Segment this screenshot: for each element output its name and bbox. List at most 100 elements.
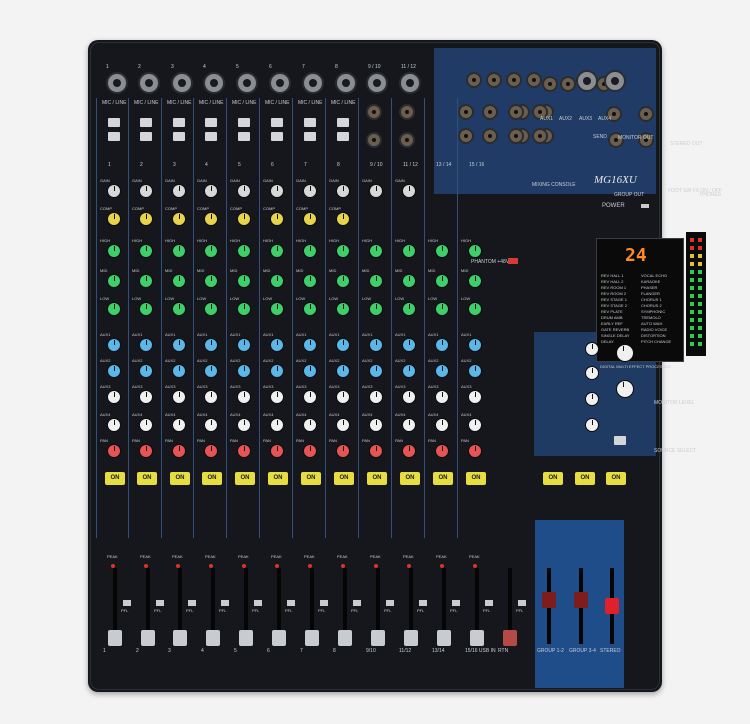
master-aux-knob-2[interactable]	[585, 366, 599, 380]
knob-low-2[interactable]	[139, 302, 153, 316]
knob-gain-3[interactable]	[172, 184, 186, 198]
knob-aux2-3[interactable]	[172, 364, 186, 378]
knob-high-1[interactable]	[107, 244, 121, 258]
knob-aux2-2[interactable]	[139, 364, 153, 378]
knob-low-12[interactable]	[468, 302, 482, 316]
line-input-r-9[interactable]	[366, 132, 382, 148]
fader-12[interactable]	[470, 630, 484, 646]
knob-low-9[interactable]	[369, 302, 383, 316]
pfl-button-5[interactable]	[254, 600, 262, 606]
on-button-14[interactable]: ON	[575, 472, 595, 485]
knob-mid-9[interactable]	[369, 274, 383, 288]
knob-pan-1[interactable]	[107, 444, 121, 458]
on-button-5[interactable]: ON	[235, 472, 255, 485]
knob-pan-9[interactable]	[369, 444, 383, 458]
knob-aux4-7[interactable]	[303, 418, 317, 432]
knob-mid-3[interactable]	[172, 274, 186, 288]
line-input-10[interactable]	[399, 104, 415, 120]
stereo-out-xlr-l[interactable]	[576, 70, 598, 92]
pfl-button-11[interactable]	[452, 600, 460, 606]
stereo-out-xlr-r[interactable]	[604, 70, 626, 92]
knob-aux3-7[interactable]	[303, 390, 317, 404]
xlr-input-5[interactable]	[236, 72, 258, 94]
master-aux-knob-3[interactable]	[585, 392, 599, 406]
knob-aux1-12[interactable]	[468, 338, 482, 352]
knob-aux4-5[interactable]	[237, 418, 251, 432]
knob-aux2-8[interactable]	[336, 364, 350, 378]
on-button-13[interactable]: ON	[543, 472, 563, 485]
pad-switch-3[interactable]	[173, 118, 185, 127]
master-level-knob-1[interactable]	[616, 344, 634, 362]
power-switch[interactable]	[641, 204, 649, 208]
knob-pan-2[interactable]	[139, 444, 153, 458]
hpf-switch-1[interactable]	[108, 132, 120, 141]
knob-aux3-9[interactable]	[369, 390, 383, 404]
on-button-1[interactable]: ON	[105, 472, 125, 485]
pfl-button-6[interactable]	[287, 600, 295, 606]
hpf-switch-5[interactable]	[238, 132, 250, 141]
knob-pan-7[interactable]	[303, 444, 317, 458]
knob-aux1-7[interactable]	[303, 338, 317, 352]
knob-high-2[interactable]	[139, 244, 153, 258]
on-button-10[interactable]: ON	[400, 472, 420, 485]
xlr-input-9[interactable]	[366, 72, 388, 94]
knob-high-11[interactable]	[435, 244, 449, 258]
output-jack[interactable]	[560, 76, 576, 92]
knob-pan-10[interactable]	[402, 444, 416, 458]
knob-aux4-6[interactable]	[270, 418, 284, 432]
pfl-button-8[interactable]	[353, 600, 361, 606]
knob-aux1-11[interactable]	[435, 338, 449, 352]
phantom-switch[interactable]	[508, 258, 518, 264]
on-button-4[interactable]: ON	[202, 472, 222, 485]
knob-mid-2[interactable]	[139, 274, 153, 288]
knob-pan-6[interactable]	[270, 444, 284, 458]
knob-aux2-4[interactable]	[204, 364, 218, 378]
pfl-button-13[interactable]	[518, 600, 526, 606]
pfl-button-3[interactable]	[188, 600, 196, 606]
fader-10[interactable]	[404, 630, 418, 646]
knob-aux2-1[interactable]	[107, 364, 121, 378]
knob-high-3[interactable]	[172, 244, 186, 258]
knob-comp-4[interactable]	[204, 212, 218, 226]
knob-high-7[interactable]	[303, 244, 317, 258]
on-button-2[interactable]: ON	[137, 472, 157, 485]
hpf-switch-2[interactable]	[140, 132, 152, 141]
hpf-switch-3[interactable]	[173, 132, 185, 141]
fader-6[interactable]	[272, 630, 286, 646]
knob-aux1-10[interactable]	[402, 338, 416, 352]
knob-pan-5[interactable]	[237, 444, 251, 458]
source-select-switch[interactable]	[614, 436, 626, 445]
pfl-button-12[interactable]	[485, 600, 493, 606]
knob-aux3-2[interactable]	[139, 390, 153, 404]
aux-jack[interactable]	[638, 106, 654, 122]
xlr-input-2[interactable]	[138, 72, 160, 94]
knob-gain-7[interactable]	[303, 184, 317, 198]
pfl-button-1[interactable]	[123, 600, 131, 606]
knob-low-6[interactable]	[270, 302, 284, 316]
knob-high-6[interactable]	[270, 244, 284, 258]
fader-3[interactable]	[173, 630, 187, 646]
knob-gain-2[interactable]	[139, 184, 153, 198]
hpf-switch-6[interactable]	[271, 132, 283, 141]
fader-11[interactable]	[437, 630, 451, 646]
knob-gain-10[interactable]	[402, 184, 416, 198]
group-out-jack[interactable]	[508, 104, 524, 120]
fader-13[interactable]	[503, 630, 517, 646]
knob-pan-4[interactable]	[204, 444, 218, 458]
pfl-button-7[interactable]	[320, 600, 328, 606]
knob-aux2-6[interactable]	[270, 364, 284, 378]
knob-pan-12[interactable]	[468, 444, 482, 458]
on-button-11[interactable]: ON	[433, 472, 453, 485]
on-button-3[interactable]: ON	[170, 472, 190, 485]
xlr-input-7[interactable]	[302, 72, 324, 94]
knob-aux4-9[interactable]	[369, 418, 383, 432]
fader-14[interactable]	[542, 592, 556, 608]
fader-5[interactable]	[239, 630, 253, 646]
knob-comp-5[interactable]	[237, 212, 251, 226]
xlr-input-8[interactable]	[335, 72, 357, 94]
knob-aux1-1[interactable]	[107, 338, 121, 352]
knob-high-10[interactable]	[402, 244, 416, 258]
output-jack[interactable]	[526, 72, 542, 88]
pfl-button-4[interactable]	[221, 600, 229, 606]
line-input-9[interactable]	[366, 104, 382, 120]
